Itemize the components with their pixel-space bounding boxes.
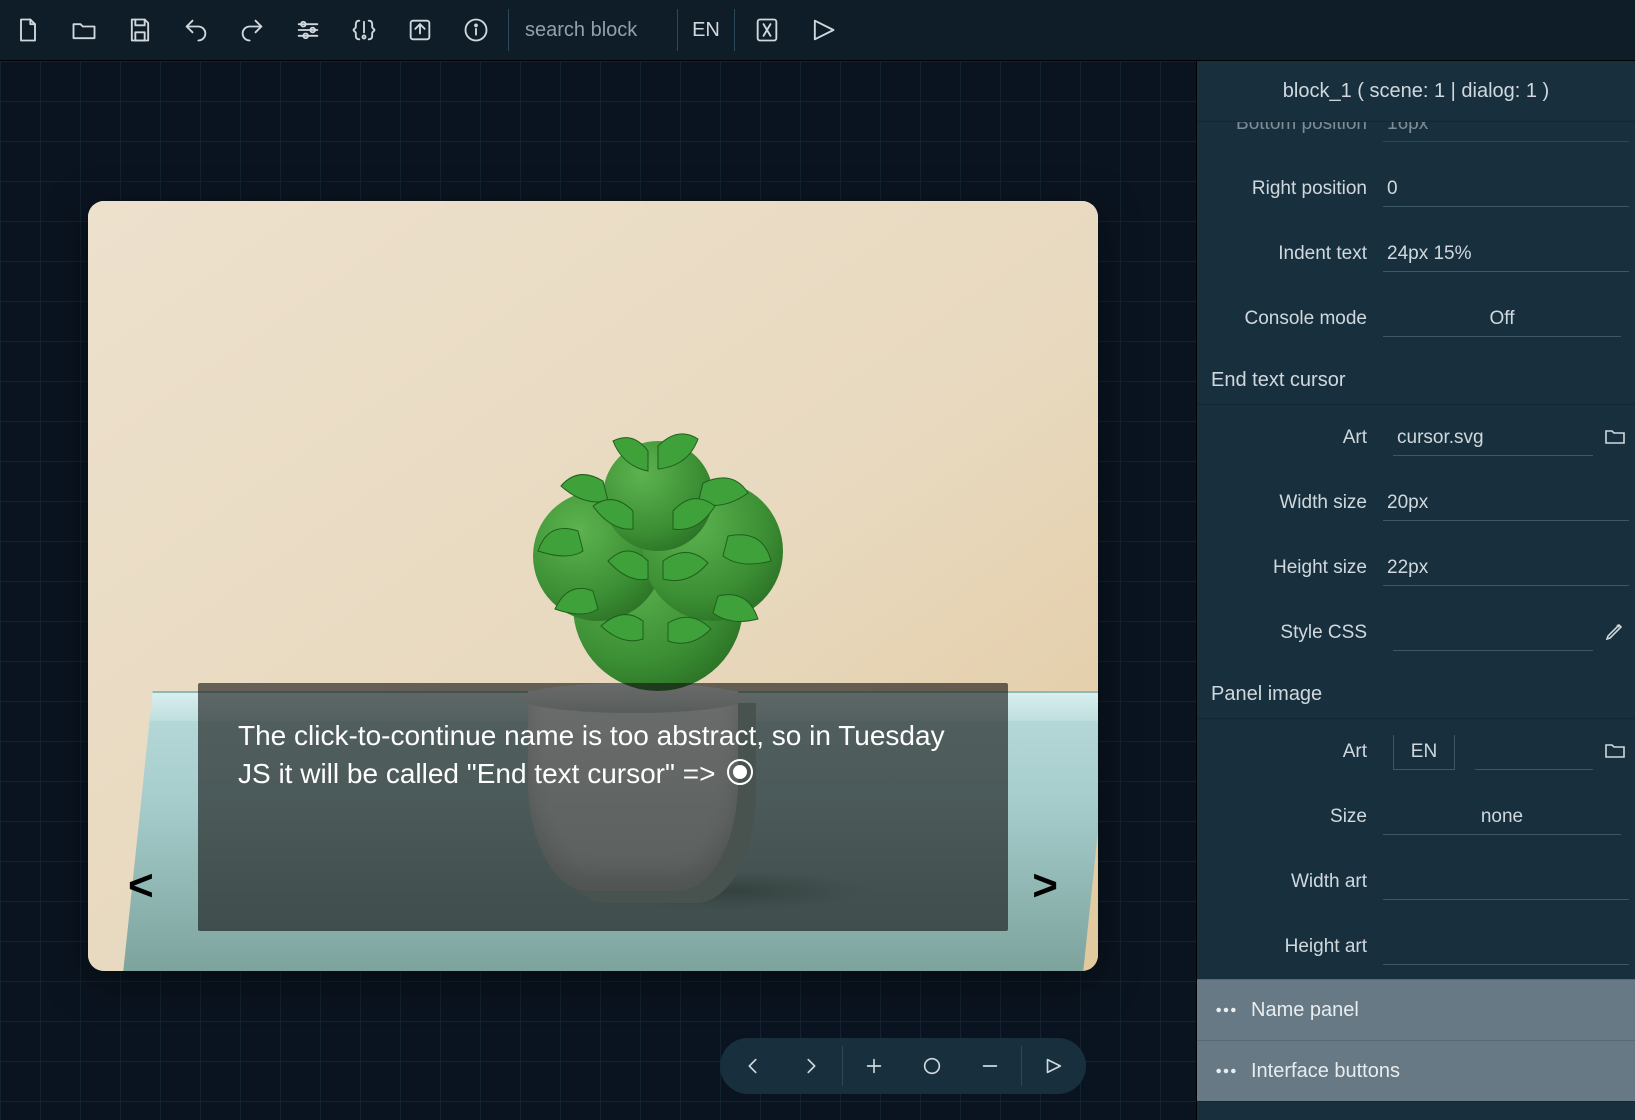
history-prev-icon[interactable] [724,1038,782,1094]
export-icon[interactable] [392,0,448,60]
indent-text-input[interactable] [1383,237,1629,272]
remove-icon[interactable] [961,1038,1019,1094]
prop-label: Indent text [1197,243,1383,265]
settings-sliders-icon[interactable] [280,0,336,60]
add-icon[interactable] [845,1038,903,1094]
play-small-icon[interactable] [1024,1038,1082,1094]
prop-label: Size [1197,806,1383,828]
canvas-area[interactable]: The click-to-continue name is too abstra… [0,61,1196,1120]
new-file-icon[interactable] [0,0,56,60]
cursor-height-input[interactable] [1383,551,1629,586]
sidebar-title: block_1 ( scene: 1 | dialog: 1 ) [1197,61,1635,122]
bottom-toolbar [720,1038,1086,1094]
panel-height-art-input[interactable] [1383,930,1629,965]
undo-icon[interactable] [168,0,224,60]
json-icon[interactable] [336,0,392,60]
next-arrow-icon[interactable]: > [1032,861,1058,911]
prop-label: Style CSS [1197,622,1383,644]
panel-art-input[interactable] [1475,735,1593,770]
preview-device-icon[interactable] [739,0,795,60]
redo-icon[interactable] [224,0,280,60]
right-position-input[interactable] [1383,172,1629,207]
console-mode-toggle[interactable]: Off [1383,302,1621,337]
prop-label: Width art [1197,871,1383,893]
section-panel-image: Panel image [1197,665,1635,719]
play-icon[interactable] [795,0,851,60]
section-end-text-cursor: End text cursor [1197,351,1635,405]
prop-label: Art [1197,741,1383,763]
prop-label: Art [1197,427,1383,449]
panel-width-art-input[interactable] [1383,865,1629,900]
cursor-art-input[interactable] [1393,421,1593,456]
panel-art-lang[interactable]: EN [1393,735,1455,770]
language-button[interactable]: EN [682,19,730,42]
prop-label: Height size [1197,557,1383,579]
end-text-cursor-icon [727,759,753,785]
open-folder-icon[interactable] [1602,738,1628,767]
scene-preview: The click-to-continue name is too abstra… [88,201,1098,971]
dialog-text-panel: The click-to-continue name is too abstra… [198,683,1008,931]
shape-circle-icon[interactable] [903,1038,961,1094]
prop-label: Console mode [1197,308,1383,330]
save-icon[interactable] [112,0,168,60]
bottom-position-input[interactable] [1383,122,1629,142]
open-folder-icon[interactable] [56,0,112,60]
info-icon[interactable] [448,0,504,60]
search-block-input[interactable] [517,15,673,46]
properties-sidebar: block_1 ( scene: 1 | dialog: 1 ) Bottom … [1196,61,1635,1120]
collapsed-name-panel[interactable]: Name panel [1197,979,1635,1040]
cursor-style-input[interactable] [1393,616,1593,651]
top-toolbar: EN [0,0,1635,61]
prop-label: Bottom position [1197,122,1383,135]
cursor-width-input[interactable] [1383,486,1629,521]
prop-label: Width size [1197,492,1383,514]
edit-pencil-icon[interactable] [1602,619,1628,648]
history-next-icon[interactable] [782,1038,840,1094]
collapsed-interface-buttons[interactable]: Interface buttons [1197,1040,1635,1101]
prev-arrow-icon[interactable]: < [128,861,154,911]
prop-label: Height art [1197,936,1383,958]
prop-label: Right position [1197,178,1383,200]
dialog-text: The click-to-continue name is too abstra… [238,720,945,789]
back-button[interactable]: Back [1197,1101,1635,1120]
panel-size-select[interactable]: none [1383,800,1621,835]
open-folder-icon[interactable] [1602,424,1628,453]
